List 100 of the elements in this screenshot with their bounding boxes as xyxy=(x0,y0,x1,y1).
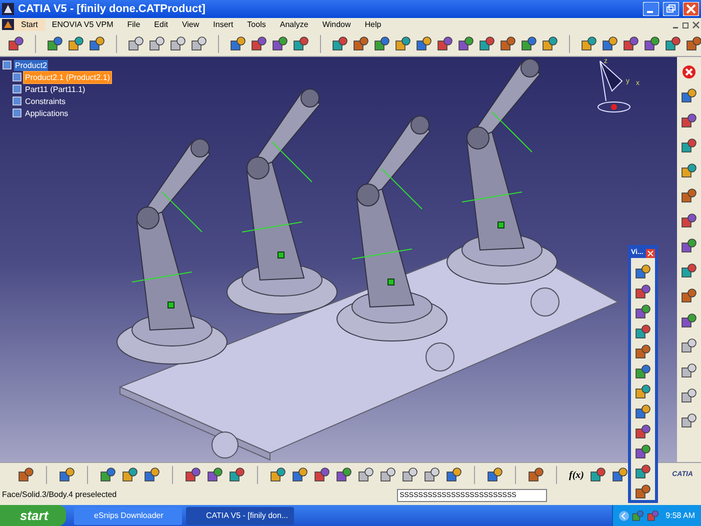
tool-icon[interactable] xyxy=(18,467,34,483)
tool-icon[interactable] xyxy=(402,467,418,483)
tool-icon[interactable] xyxy=(635,324,651,340)
menu-item[interactable]: Analyze xyxy=(272,18,316,30)
close-icon[interactable] xyxy=(682,65,696,79)
tool-icon[interactable] xyxy=(635,484,651,500)
tool-icon[interactable] xyxy=(542,36,558,52)
tool-icon[interactable] xyxy=(191,36,207,52)
tool-icon[interactable] xyxy=(416,36,432,52)
restore-icon[interactable] xyxy=(663,2,679,16)
tool-icon[interactable] xyxy=(270,467,286,483)
tool-icon[interactable] xyxy=(149,36,165,52)
tool-icon[interactable] xyxy=(681,363,697,379)
tool-icon[interactable] xyxy=(635,404,651,420)
tool-icon[interactable] xyxy=(47,36,63,52)
tool-icon[interactable] xyxy=(681,388,697,404)
tool-icon[interactable] xyxy=(380,467,396,483)
tool-icon[interactable] xyxy=(170,36,186,52)
restore-icon[interactable] xyxy=(681,20,691,30)
tool-icon[interactable] xyxy=(635,304,651,320)
tool-icon[interactable] xyxy=(374,36,390,52)
tool-icon[interactable] xyxy=(144,467,160,483)
tree-item[interactable]: Constraints xyxy=(24,96,66,106)
tool-icon[interactable] xyxy=(681,138,697,154)
tool-icon[interactable] xyxy=(665,36,681,52)
tool-icon[interactable] xyxy=(332,36,348,52)
tool-icon[interactable] xyxy=(612,467,628,483)
tool-icon[interactable] xyxy=(635,284,651,300)
tool-icon[interactable] xyxy=(681,213,697,229)
tool-icon[interactable] xyxy=(681,188,697,204)
tree-item[interactable]: Applications xyxy=(24,108,70,118)
tool-icon[interactable] xyxy=(681,263,697,279)
menu-item[interactable]: Tools xyxy=(240,18,273,30)
tool-icon[interactable] xyxy=(353,36,369,52)
taskbar-button[interactable]: CATIA V5 - [finily don... xyxy=(186,506,294,524)
tool-icon[interactable] xyxy=(681,113,697,129)
tree-item[interactable]: Product2 xyxy=(14,60,48,70)
tool-icon[interactable] xyxy=(635,264,651,280)
tool-icon[interactable] xyxy=(314,467,330,483)
menu-item[interactable]: Window xyxy=(315,18,358,30)
app-icon xyxy=(2,3,14,15)
tool-icon[interactable] xyxy=(424,467,440,483)
tool-icon[interactable] xyxy=(635,464,651,480)
menu-item[interactable]: Start xyxy=(14,18,45,30)
tool-icon[interactable] xyxy=(292,467,308,483)
tool-icon[interactable] xyxy=(681,288,697,304)
tool-icon[interactable] xyxy=(100,467,116,483)
tool-icon[interactable] xyxy=(122,467,138,483)
minimize-icon[interactable] xyxy=(643,2,659,16)
tool-icon[interactable] xyxy=(8,36,24,52)
tool-icon[interactable] xyxy=(635,384,651,400)
tool-icon[interactable] xyxy=(272,36,288,52)
tool-icon[interactable] xyxy=(635,364,651,380)
tool-icon[interactable] xyxy=(395,36,411,52)
tool-icon[interactable] xyxy=(635,444,651,460)
tool-icon[interactable] xyxy=(437,36,453,52)
tool-icon[interactable] xyxy=(458,36,474,52)
tool-icon[interactable] xyxy=(623,36,639,52)
tool-icon[interactable] xyxy=(446,467,462,483)
tool-icon[interactable] xyxy=(336,467,352,483)
tool-icon[interactable] xyxy=(89,36,105,52)
tool-icon[interactable] xyxy=(68,36,84,52)
menu-item[interactable]: File xyxy=(120,18,148,30)
menu-item[interactable]: View xyxy=(174,18,206,30)
tool-icon[interactable] xyxy=(681,313,697,329)
tool-icon[interactable] xyxy=(500,36,516,52)
tool-icon[interactable] xyxy=(681,163,697,179)
tool-icon[interactable] xyxy=(185,467,201,483)
tool-icon[interactable] xyxy=(230,36,246,52)
menu-item[interactable]: Edit xyxy=(147,18,175,30)
tool-icon[interactable] xyxy=(681,238,697,254)
tool-icon[interactable] xyxy=(635,424,651,440)
tree-item[interactable]: Part11 (Part11.1) xyxy=(24,84,86,94)
taskbar-button[interactable]: eSnips Downloader xyxy=(74,506,182,524)
tool-icon[interactable] xyxy=(479,36,495,52)
tool-icon[interactable] xyxy=(644,36,660,52)
menu-item[interactable]: Help xyxy=(358,18,388,30)
tool-icon[interactable] xyxy=(681,338,697,354)
tool-icon[interactable] xyxy=(686,36,701,52)
tool-icon[interactable] xyxy=(293,36,309,52)
tool-icon[interactable] xyxy=(207,467,223,483)
formula-button[interactable]: f(x) xyxy=(569,468,584,482)
tool-icon[interactable] xyxy=(251,36,267,52)
close-icon[interactable] xyxy=(691,20,701,30)
tool-icon[interactable] xyxy=(528,467,544,483)
menu-item[interactable]: Insert xyxy=(206,18,240,30)
tool-icon[interactable] xyxy=(681,88,697,104)
tool-icon[interactable] xyxy=(581,36,597,52)
tool-icon[interactable] xyxy=(681,413,697,429)
tool-icon[interactable] xyxy=(590,467,606,483)
tool-icon[interactable] xyxy=(487,467,503,483)
tool-icon[interactable] xyxy=(358,467,374,483)
tool-icon[interactable] xyxy=(59,467,75,483)
chevron-icon[interactable] xyxy=(618,510,629,520)
tool-icon[interactable] xyxy=(521,36,537,52)
tool-icon[interactable] xyxy=(128,36,144,52)
menu-item[interactable]: ENOVIA V5 VPM xyxy=(44,18,120,30)
tool-icon[interactable] xyxy=(602,36,618,52)
tool-icon[interactable] xyxy=(229,467,245,483)
tool-icon[interactable] xyxy=(635,344,651,360)
